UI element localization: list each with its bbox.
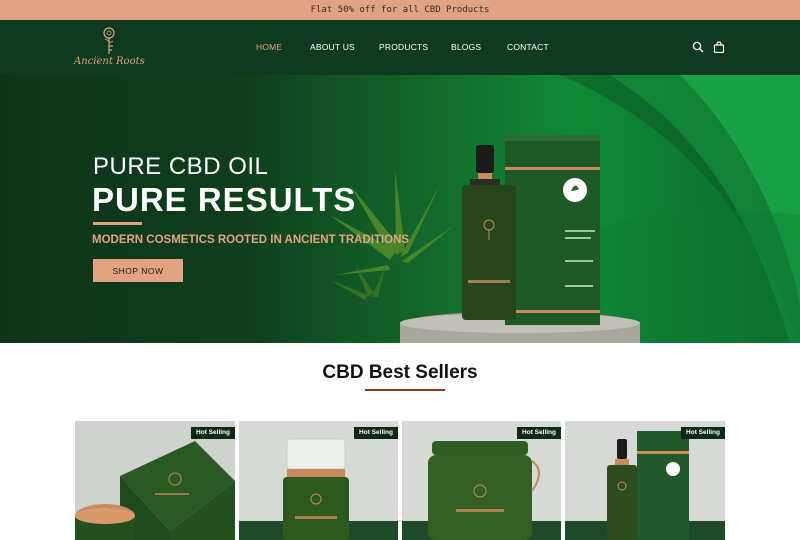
hero-pretitle: PURE CBD OIL (93, 153, 269, 180)
announcement-bar: Flat 50% off for all CBD Products (0, 0, 800, 20)
hot-selling-badge: Hot Selling (191, 427, 235, 439)
site-header: Ancient Roots HOME ABOUT US PRODUCTS BLO… (0, 20, 800, 75)
hero-subtitle: MODERN COSMETICS ROOTED IN ANCIENT TRADI… (92, 234, 410, 246)
shop-now-button[interactable]: SHOP NOW (93, 259, 183, 282)
announcement-text: Flat 50% off for all CBD Products (310, 5, 490, 15)
hot-selling-badge: Hot Selling (354, 427, 398, 439)
best-sellers-title: CBD Best Sellers (322, 362, 478, 383)
shopping-bag-icon[interactable] (713, 41, 725, 53)
nav-contact[interactable]: CONTACT (507, 20, 549, 75)
best-sellers-divider (365, 389, 445, 391)
product-card[interactable]: Hot Selling (75, 421, 235, 540)
product-card[interactable]: Hot Selling (565, 421, 725, 540)
key-logo-icon (103, 27, 115, 54)
nav-blogs[interactable]: BLOGS (451, 20, 481, 75)
nav-about-us[interactable]: ABOUT US (310, 20, 355, 75)
hot-selling-badge: Hot Selling (517, 427, 561, 439)
product-card[interactable]: Hot Selling (239, 421, 398, 540)
product-card[interactable]: Hot Selling (402, 421, 561, 540)
nav-home[interactable]: HOME (256, 20, 282, 75)
nav-products[interactable]: PRODUCTS (379, 20, 428, 75)
brand-name: Ancient Roots (74, 56, 145, 67)
search-icon[interactable] (692, 41, 704, 53)
hero-banner: PURE CBD OIL PURE RESULTS MODERN COSMETI… (0, 75, 800, 343)
hot-selling-badge: Hot Selling (681, 427, 725, 439)
hero-divider (93, 222, 142, 225)
brand-logo[interactable]: Ancient Roots (74, 26, 145, 70)
hero-title: PURE RESULTS (92, 181, 357, 218)
